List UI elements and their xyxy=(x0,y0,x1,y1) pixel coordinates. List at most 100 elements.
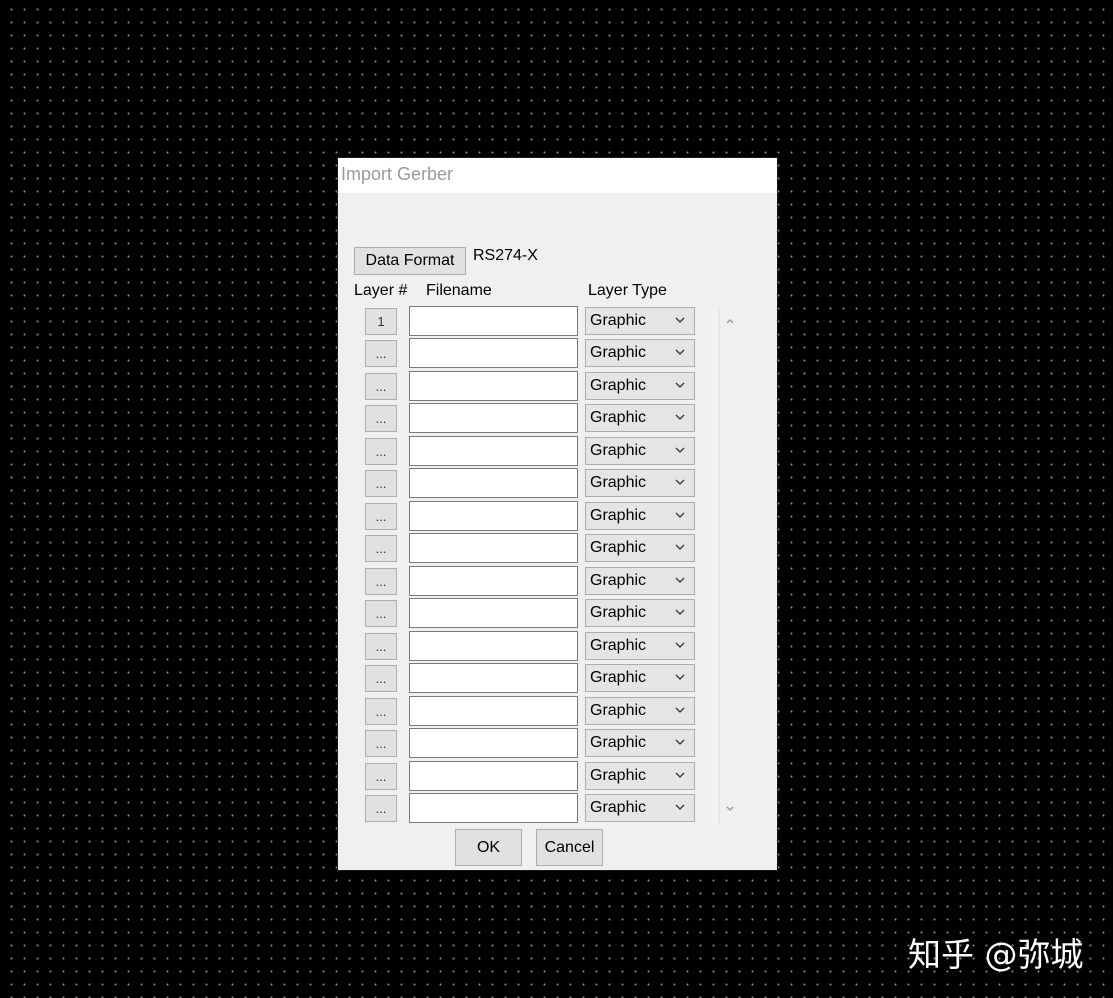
filename-input[interactable] xyxy=(409,338,578,368)
data-format-value: RS274-X xyxy=(473,247,538,264)
layer-type-select[interactable]: Graphic xyxy=(585,664,695,692)
layer-type-value: Graphic xyxy=(590,604,647,621)
layer-type-select[interactable]: Graphic xyxy=(585,567,695,595)
chevron-down-icon xyxy=(675,414,685,420)
layer-number-button[interactable]: ... xyxy=(365,763,397,790)
chevron-down-icon xyxy=(675,772,685,778)
layer-type-select[interactable]: Graphic xyxy=(585,339,695,367)
dialog-title: Import Gerber xyxy=(341,164,454,184)
layer-type-select[interactable]: Graphic xyxy=(585,599,695,627)
layer-row: ... Graphic xyxy=(338,696,777,726)
layer-number-button[interactable]: ... xyxy=(365,405,397,432)
cancel-button[interactable]: Cancel xyxy=(536,829,603,866)
chevron-down-icon xyxy=(675,707,685,713)
filename-input[interactable] xyxy=(409,566,578,596)
filename-input[interactable] xyxy=(409,371,578,401)
layer-type-value: Graphic xyxy=(590,637,647,654)
layer-row: ... Graphic xyxy=(338,793,777,823)
layer-number-button[interactable]: ... xyxy=(365,633,397,660)
layer-type-value: Graphic xyxy=(590,734,647,751)
layer-number-button[interactable]: ... xyxy=(365,665,397,692)
filename-input[interactable] xyxy=(409,663,578,693)
filename-input[interactable] xyxy=(409,533,578,563)
layer-row: ... Graphic xyxy=(338,468,777,498)
layer-type-select[interactable]: Graphic xyxy=(585,794,695,822)
layer-number-button[interactable]: ... xyxy=(365,373,397,400)
layer-type-select[interactable]: Graphic xyxy=(585,534,695,562)
ok-button[interactable]: OK xyxy=(455,829,522,866)
layer-type-select[interactable]: Graphic xyxy=(585,762,695,790)
layer-type-select[interactable]: Graphic xyxy=(585,729,695,757)
layer-list-scrollbar[interactable] xyxy=(719,308,740,824)
filename-input[interactable] xyxy=(409,436,578,466)
watermark: 知乎 @弥城 xyxy=(908,935,1084,974)
layer-number-button[interactable]: ... xyxy=(365,568,397,595)
dialog-titlebar[interactable]: Import Gerber xyxy=(338,158,777,193)
filename-input[interactable] xyxy=(409,501,578,531)
chevron-down-icon xyxy=(675,447,685,453)
layer-type-select[interactable]: Graphic xyxy=(585,697,695,725)
import-gerber-dialog: Import Gerber Data Format RS274-X Layer … xyxy=(337,157,778,871)
chevron-down-icon[interactable] xyxy=(725,805,735,813)
layer-row: ... Graphic xyxy=(338,436,777,466)
layer-row: ... Graphic xyxy=(338,631,777,661)
chevron-down-icon xyxy=(675,512,685,518)
layer-type-value: Graphic xyxy=(590,767,647,784)
layer-number-button[interactable]: ... xyxy=(365,535,397,562)
layer-number-button[interactable]: ... xyxy=(365,340,397,367)
layer-row: ... Graphic xyxy=(338,501,777,531)
filename-input[interactable] xyxy=(409,793,578,823)
layer-number-header: Layer # xyxy=(354,282,408,299)
layer-type-value: Graphic xyxy=(590,572,647,589)
filename-input[interactable] xyxy=(409,696,578,726)
layer-type-value: Graphic xyxy=(590,669,647,686)
layer-number-button[interactable]: ... xyxy=(365,600,397,627)
layer-type-value: Graphic xyxy=(590,442,647,459)
chevron-down-icon xyxy=(675,739,685,745)
filename-input[interactable] xyxy=(409,598,578,628)
chevron-down-icon xyxy=(675,382,685,388)
layer-type-select[interactable]: Graphic xyxy=(585,632,695,660)
layer-row: 1 Graphic xyxy=(338,306,777,336)
layer-row: ... Graphic xyxy=(338,338,777,368)
layer-type-value: Graphic xyxy=(590,539,647,556)
filename-input[interactable] xyxy=(409,468,578,498)
layer-type-select[interactable]: Graphic xyxy=(585,469,695,497)
layer-type-value: Graphic xyxy=(590,344,647,361)
layer-number-button[interactable]: 1 xyxy=(365,308,397,335)
layer-number-button[interactable]: ... xyxy=(365,438,397,465)
layer-type-select[interactable]: Graphic xyxy=(585,502,695,530)
layer-type-select[interactable]: Graphic xyxy=(585,404,695,432)
layer-type-select[interactable]: Graphic xyxy=(585,307,695,335)
layer-type-value: Graphic xyxy=(590,507,647,524)
filename-input[interactable] xyxy=(409,728,578,758)
filename-input[interactable] xyxy=(409,403,578,433)
layer-type-select[interactable]: Graphic xyxy=(585,437,695,465)
chevron-down-icon xyxy=(675,577,685,583)
layer-row: ... Graphic xyxy=(338,663,777,693)
chevron-down-icon xyxy=(675,349,685,355)
data-format-button[interactable]: Data Format xyxy=(354,247,466,275)
filename-input[interactable] xyxy=(409,306,578,336)
filename-input[interactable] xyxy=(409,631,578,661)
layer-type-select[interactable]: Graphic xyxy=(585,372,695,400)
layer-number-button[interactable]: ... xyxy=(365,795,397,822)
layer-type-value: Graphic xyxy=(590,409,647,426)
filename-input[interactable] xyxy=(409,761,578,791)
layer-row: ... Graphic xyxy=(338,728,777,758)
layer-type-header: Layer Type xyxy=(588,282,667,299)
layer-row: ... Graphic xyxy=(338,566,777,596)
chevron-down-icon xyxy=(675,804,685,810)
chevron-up-icon[interactable] xyxy=(725,317,735,325)
layer-number-button[interactable]: ... xyxy=(365,503,397,530)
layer-number-button[interactable]: ... xyxy=(365,698,397,725)
chevron-down-icon xyxy=(675,609,685,615)
filename-header: Filename xyxy=(426,282,492,299)
layer-type-value: Graphic xyxy=(590,312,647,329)
layer-number-button[interactable]: ... xyxy=(365,730,397,757)
layer-type-value: Graphic xyxy=(590,377,647,394)
chevron-down-icon xyxy=(675,544,685,550)
layer-row: ... Graphic xyxy=(338,598,777,628)
layer-type-value: Graphic xyxy=(590,474,647,491)
layer-number-button[interactable]: ... xyxy=(365,470,397,497)
